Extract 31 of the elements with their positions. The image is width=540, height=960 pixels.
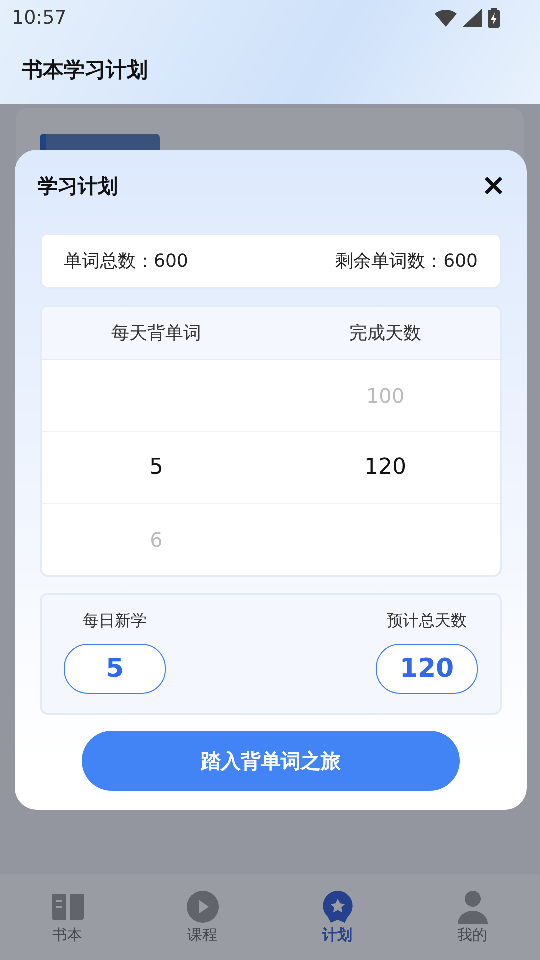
total-words: 单词总数：600 [64,250,188,273]
start-button[interactable]: 踏入背单词之旅 [82,731,460,791]
nav-tab[interactable]: 书本 [0,874,135,960]
person-icon [456,890,490,924]
wifi-icon [435,9,457,27]
picker-option[interactable]: 120 [364,455,406,480]
badge-icon [320,890,354,924]
remaining-words: 剩余单词数：600 [336,250,478,273]
tab-label: 我的 [458,926,488,944]
column-header: 每天背单词 [112,322,202,345]
close-button[interactable]: ✕ [482,170,505,202]
picker-option[interactable]: 100 [366,384,405,408]
daily-label: 每日新学 [83,611,147,632]
nav-tab[interactable]: 计划 [270,874,405,960]
dialog-title: 学习计划 [38,172,118,200]
days-value: 120 [376,644,478,694]
play-icon [186,890,220,924]
daily-value: 5 [64,644,166,694]
picker-option[interactable]: 5 [150,455,164,480]
column-header: 完成天数 [350,322,422,345]
battery-icon [488,8,500,28]
tab-label: 书本 [52,926,82,944]
tab-label: 计划 [322,926,352,944]
days-label: 预计总天数 [387,611,467,632]
page-title: 书本学习计划 [22,57,148,84]
nav-tab[interactable]: 课程 [135,874,270,960]
status-time: 10:57 [12,7,67,29]
signal-icon [463,9,482,27]
tab-label: 课程 [188,926,218,944]
nav-tab[interactable]: 我的 [405,874,540,960]
picker-option[interactable]: 6 [150,528,163,552]
